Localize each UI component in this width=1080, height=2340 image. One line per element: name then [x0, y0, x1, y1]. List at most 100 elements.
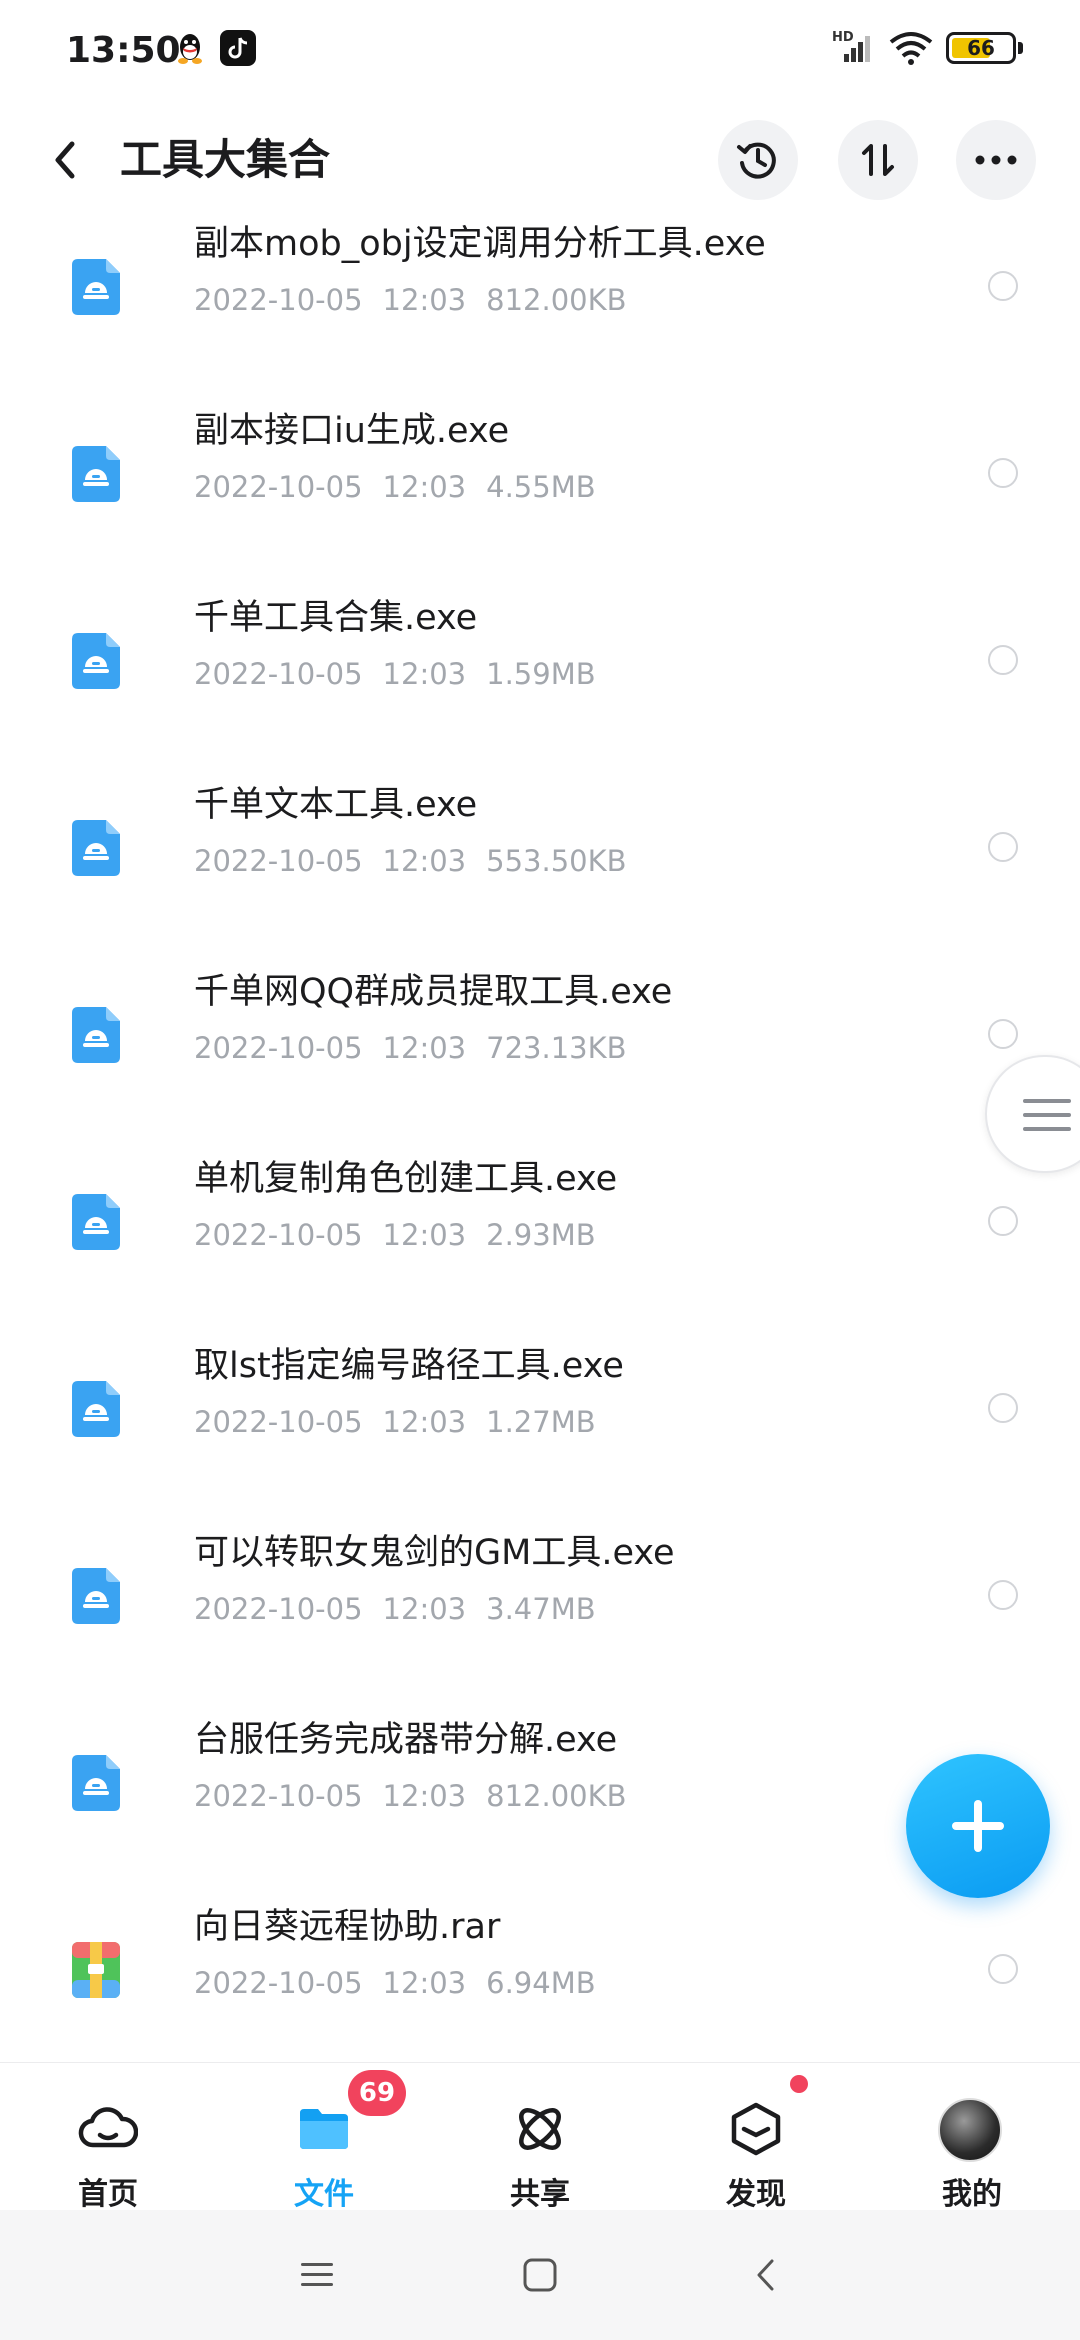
share-atom-icon [519, 2108, 561, 2150]
file-row[interactable]: 千单网QQ群成员提取工具.exe 2022-10-05 12:03 723.13KB [0, 969, 1080, 1156]
file-name: 单机复制角色创建工具.exe [194, 1159, 618, 1199]
file-size: 4.55MB [486, 470, 596, 504]
file-size: 553.50KB [486, 844, 627, 878]
file-time: 12:03 [382, 657, 467, 691]
file-name: 向日葵远程协助.rar [194, 1907, 501, 1947]
plus-icon [952, 1800, 1004, 1852]
file-name: 台服任务完成器带分解.exe [194, 1720, 618, 1760]
file-date: 2022-10-05 [194, 1779, 363, 1813]
system-nav-bar [0, 2210, 1080, 2340]
file-row[interactable]: 副本mob_obj设定调用分析工具.exe 2022-10-05 12:03 812.… [0, 221, 1080, 408]
file-date: 2022-10-05 [194, 1966, 363, 2000]
file-date: 2022-10-05 [194, 1031, 363, 1065]
exe-file-icon [72, 446, 120, 502]
share-count-badge: 69 [348, 2070, 406, 2116]
nav-item-home[interactable]: 首页 [0, 2063, 216, 2212]
select-radio[interactable] [988, 832, 1018, 862]
file-size: 2.93MB [486, 1218, 596, 1252]
back-nav-icon[interactable] [742, 2250, 792, 2300]
select-radio[interactable] [988, 1019, 1018, 1049]
select-radio[interactable] [988, 1580, 1018, 1610]
add-fab-button[interactable] [906, 1754, 1050, 1898]
exe-file-icon [72, 633, 120, 689]
file-meta: 2022-10-05 12:03 4.55MB [194, 468, 596, 506]
file-list[interactable]: 副本mob_obj设定调用分析工具.exe 2022-10-05 12:03 812.… [0, 210, 1080, 2060]
file-name: 千单网QQ群成员提取工具.exe [194, 972, 673, 1012]
menu-lines-icon [1023, 1099, 1071, 1131]
file-date: 2022-10-05 [194, 470, 363, 504]
select-radio[interactable] [988, 645, 1018, 675]
file-meta: 2022-10-05 12:03 1.27MB [194, 1403, 596, 1441]
status-bar: 13:50 HD 66 [0, 0, 1080, 100]
battery-cap [1018, 42, 1023, 54]
nav-label-files: 文件 [294, 2177, 354, 2212]
exe-file-icon [72, 1007, 120, 1063]
file-date: 2022-10-05 [194, 1592, 363, 1626]
recent-apps-icon[interactable] [292, 2250, 342, 2300]
file-row[interactable]: 单机复制角色创建工具.exe 2022-10-05 12:03 2.93MB [0, 1156, 1080, 1343]
file-size: 6.94MB [486, 1966, 596, 2000]
file-time: 12:03 [382, 1592, 467, 1626]
nav-item-share[interactable]: 共享 [432, 2063, 648, 2212]
exe-file-icon [72, 1194, 120, 1250]
archive-file-icon [72, 1942, 120, 1998]
more-icon [975, 155, 1017, 165]
header: 工具大集合 [0, 110, 1080, 210]
bottom-nav: 首页 文件 共享 发现 我的 [0, 2062, 1080, 2212]
status-time: 13:50 [66, 30, 181, 71]
select-radio[interactable] [988, 1393, 1018, 1423]
file-meta: 2022-10-05 12:03 1.59MB [194, 655, 596, 693]
file-name: 可以转职女鬼剑的GM工具.exe [194, 1533, 675, 1573]
file-row[interactable]: 千单文本工具.exe 2022-10-05 12:03 553.50KB [0, 782, 1080, 969]
nav-label-me: 我的 [942, 2177, 1002, 2212]
file-time: 12:03 [382, 1031, 467, 1065]
file-row[interactable]: 可以转职女鬼剑的GM工具.exe 2022-10-05 12:03 3.47MB [0, 1530, 1080, 1717]
select-radio[interactable] [988, 1954, 1018, 1984]
screen: 13:50 HD 66 工具大集合 副本mob_obj设定调用分析工具.exe … [0, 0, 1080, 2340]
discover-dot-badge [790, 2075, 808, 2093]
back-icon[interactable] [42, 132, 92, 188]
file-row[interactable]: 向日葵远程协助.rar 2022-10-05 12:03 6.94MB [0, 1904, 1080, 2060]
sort-icon [862, 144, 894, 176]
select-radio[interactable] [988, 1206, 1018, 1236]
file-name: 取lst指定编号路径工具.exe [194, 1346, 624, 1386]
file-row[interactable]: 副本接口iu生成.exe 2022-10-05 12:03 4.55MB [0, 408, 1080, 595]
file-meta: 2022-10-05 12:03 553.50KB [194, 842, 627, 880]
file-size: 3.47MB [486, 1592, 596, 1626]
file-time: 12:03 [382, 1779, 467, 1813]
file-meta: 2022-10-05 12:03 812.00KB [194, 281, 627, 319]
nav-label-discover: 发现 [726, 2177, 786, 2212]
file-size: 723.13KB [486, 1031, 627, 1065]
battery-icon: 66 [946, 32, 1016, 64]
select-radio[interactable] [988, 271, 1018, 301]
file-name: 千单工具合集.exe [194, 598, 478, 638]
exe-file-icon [72, 1568, 120, 1624]
file-time: 12:03 [382, 844, 467, 878]
select-radio[interactable] [988, 458, 1018, 488]
nav-label-share: 共享 [510, 2177, 570, 2212]
file-size: 1.27MB [486, 1405, 596, 1439]
nav-item-discover[interactable]: 发现 [648, 2063, 864, 2212]
file-time: 12:03 [382, 470, 467, 504]
file-date: 2022-10-05 [194, 844, 363, 878]
file-date: 2022-10-05 [194, 1405, 363, 1439]
wifi-icon [889, 32, 933, 65]
file-size: 812.00KB [486, 283, 627, 317]
exe-file-icon [72, 259, 120, 315]
file-meta: 2022-10-05 12:03 3.47MB [194, 1590, 596, 1628]
home-square-icon[interactable] [515, 2250, 565, 2300]
more-button[interactable] [956, 120, 1036, 200]
sort-button[interactable] [838, 120, 918, 200]
file-row[interactable]: 千单工具合集.exe 2022-10-05 12:03 1.59MB [0, 595, 1080, 782]
avatar[interactable] [938, 2098, 1002, 2162]
file-row[interactable]: 取lst指定编号路径工具.exe 2022-10-05 12:03 1.27MB [0, 1343, 1080, 1530]
tiktok-icon [220, 30, 256, 66]
exe-file-icon [72, 1755, 120, 1811]
history-icon [737, 142, 776, 179]
history-button[interactable] [718, 120, 798, 200]
nav-label-home: 首页 [78, 2177, 138, 2212]
file-meta: 2022-10-05 12:03 723.13KB [194, 1029, 627, 1067]
signal-icon [844, 36, 870, 62]
file-date: 2022-10-05 [194, 657, 363, 691]
exe-file-icon [72, 820, 120, 876]
